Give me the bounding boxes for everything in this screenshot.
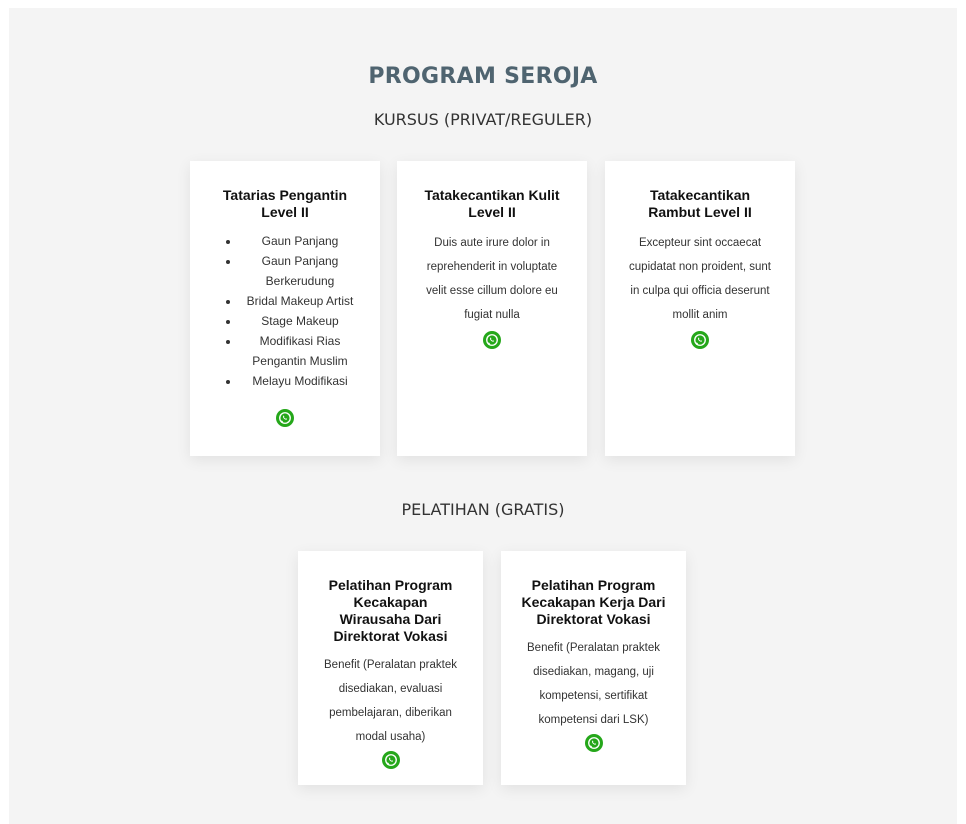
card-description: Excepteur sint occaecat cupidatat non pr… <box>629 237 771 321</box>
pelatihan-heading: PELATIHAN (GRATIS) <box>401 500 565 519</box>
card-tatakecantikan-rambut: Tatakecantikan Rambut Level II Excepteur… <box>605 161 795 456</box>
program-section: PROGRAM SEROJA KURSUS (PRIVAT/REGULER) T… <box>9 8 957 824</box>
card-tatakecantikan-kulit: Tatakecantikan Kulit Level II Duis aute … <box>397 161 587 456</box>
whatsapp-icon[interactable] <box>691 331 709 349</box>
card-description: Duis aute irure dolor in reprehenderit i… <box>426 237 558 321</box>
list-item: Modifikasi Rias Pengantin Muslim <box>240 331 360 371</box>
card-pelatihan-kerja: Pelatihan Program Kecakapan Kerja Dari D… <box>501 551 686 785</box>
list-item: Stage Makeup <box>240 311 360 331</box>
program-list: Gaun Panjang Gaun Panjang Berkerudung Br… <box>210 231 360 391</box>
card-pelatihan-wirausaha: Pelatihan Program Kecakapan Wirausaha Da… <box>298 551 483 785</box>
card-title: Pelatihan Program Kecakapan Wirausaha Da… <box>328 577 453 644</box>
card-title: Tatakecantikan Kulit Level II <box>424 187 560 220</box>
card-description: Benefit (Peralatan praktek disediakan, e… <box>324 659 457 743</box>
whatsapp-icon[interactable] <box>381 751 400 769</box>
list-item: Gaun Panjang Berkerudung <box>240 251 360 291</box>
card-tatarias-pengantin: Tatarias Pengantin Level II Gaun Panjang… <box>190 161 380 456</box>
page-title: PROGRAM SEROJA <box>368 64 598 89</box>
kursus-heading: KURSUS (PRIVAT/REGULER) <box>373 110 593 129</box>
card-description: Benefit (Peralatan praktek disediakan, m… <box>527 642 660 726</box>
card-title: Tatarias Pengantin Level II <box>222 187 348 220</box>
list-item: Melayu Modifikasi <box>240 371 360 391</box>
whatsapp-icon[interactable] <box>483 331 501 349</box>
card-title: Tatakecantikan Rambut Level II <box>648 187 752 220</box>
whatsapp-icon[interactable] <box>584 734 603 752</box>
whatsapp-icon[interactable] <box>276 409 294 427</box>
list-item: Bridal Makeup Artist <box>240 291 360 311</box>
list-item: Gaun Panjang <box>240 231 360 251</box>
card-title: Pelatihan Program Kecakapan Kerja Dari D… <box>521 577 666 627</box>
